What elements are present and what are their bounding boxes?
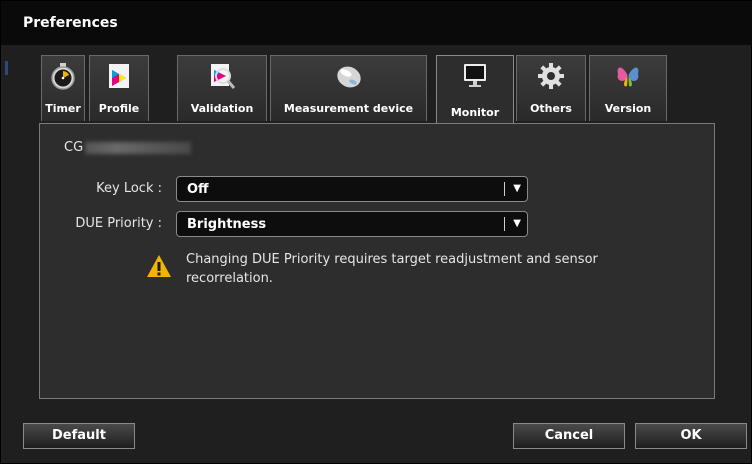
tab-profile[interactable]: Profile	[89, 55, 149, 121]
key-lock-value: Off	[187, 182, 209, 197]
mouse-sensor-icon	[336, 66, 361, 88]
tab-profile-label: Profile	[98, 102, 140, 115]
warning-icon	[147, 255, 171, 277]
due-priority-value: Brightness	[187, 217, 267, 232]
select-separator	[504, 182, 505, 196]
tab-version[interactable]: Version	[589, 55, 667, 121]
warning-message: Changing DUE Priority requires target re…	[186, 252, 598, 286]
tab-others[interactable]: Others	[516, 55, 586, 121]
tab-timer[interactable]: Timer	[41, 55, 85, 121]
key-lock-select[interactable]: Off ▼	[176, 176, 528, 202]
tab-measurement-device-label: Measurement device	[283, 102, 414, 115]
stopwatch-icon	[51, 63, 75, 90]
default-button[interactable]: Default	[23, 423, 135, 449]
left-accent	[5, 61, 8, 75]
profile-icon	[109, 64, 129, 88]
gear-icon	[538, 63, 564, 89]
preferences-window: Preferences Timer Profile Validation Mea…	[0, 0, 752, 464]
tab-timer-label: Timer	[45, 102, 81, 115]
redacted-model-number	[85, 141, 192, 154]
tab-monitor[interactable]: Monitor	[436, 55, 514, 127]
validation-icon	[211, 64, 236, 89]
tab-validation[interactable]: Validation	[177, 55, 267, 121]
monitor-model: CG	[64, 140, 192, 155]
title-bar: Preferences	[1, 1, 752, 45]
monitor-icon	[464, 64, 486, 87]
tab-version-label: Version	[604, 102, 652, 115]
select-separator	[504, 217, 505, 231]
cancel-button[interactable]: Cancel	[513, 423, 625, 449]
monitor-settings-panel: CG Key Lock : Off ▼ DUE Priority : Brigh…	[39, 123, 715, 399]
due-priority-select[interactable]: Brightness ▼	[176, 211, 528, 237]
key-lock-label: Key Lock :	[96, 181, 162, 196]
ok-button[interactable]: OK	[635, 423, 747, 449]
chevron-down-icon: ▼	[513, 218, 521, 229]
due-priority-label: DUE Priority :	[75, 216, 162, 231]
tab-monitor-label: Monitor	[450, 106, 500, 119]
tab-validation-label: Validation	[190, 102, 254, 115]
butterfly-icon	[617, 67, 639, 87]
monitor-model-prefix: CG	[64, 140, 84, 155]
tab-others-label: Others	[530, 102, 572, 115]
tab-measurement-device[interactable]: Measurement device	[270, 55, 427, 121]
chevron-down-icon: ▼	[513, 183, 521, 194]
window-title: Preferences	[23, 15, 118, 31]
